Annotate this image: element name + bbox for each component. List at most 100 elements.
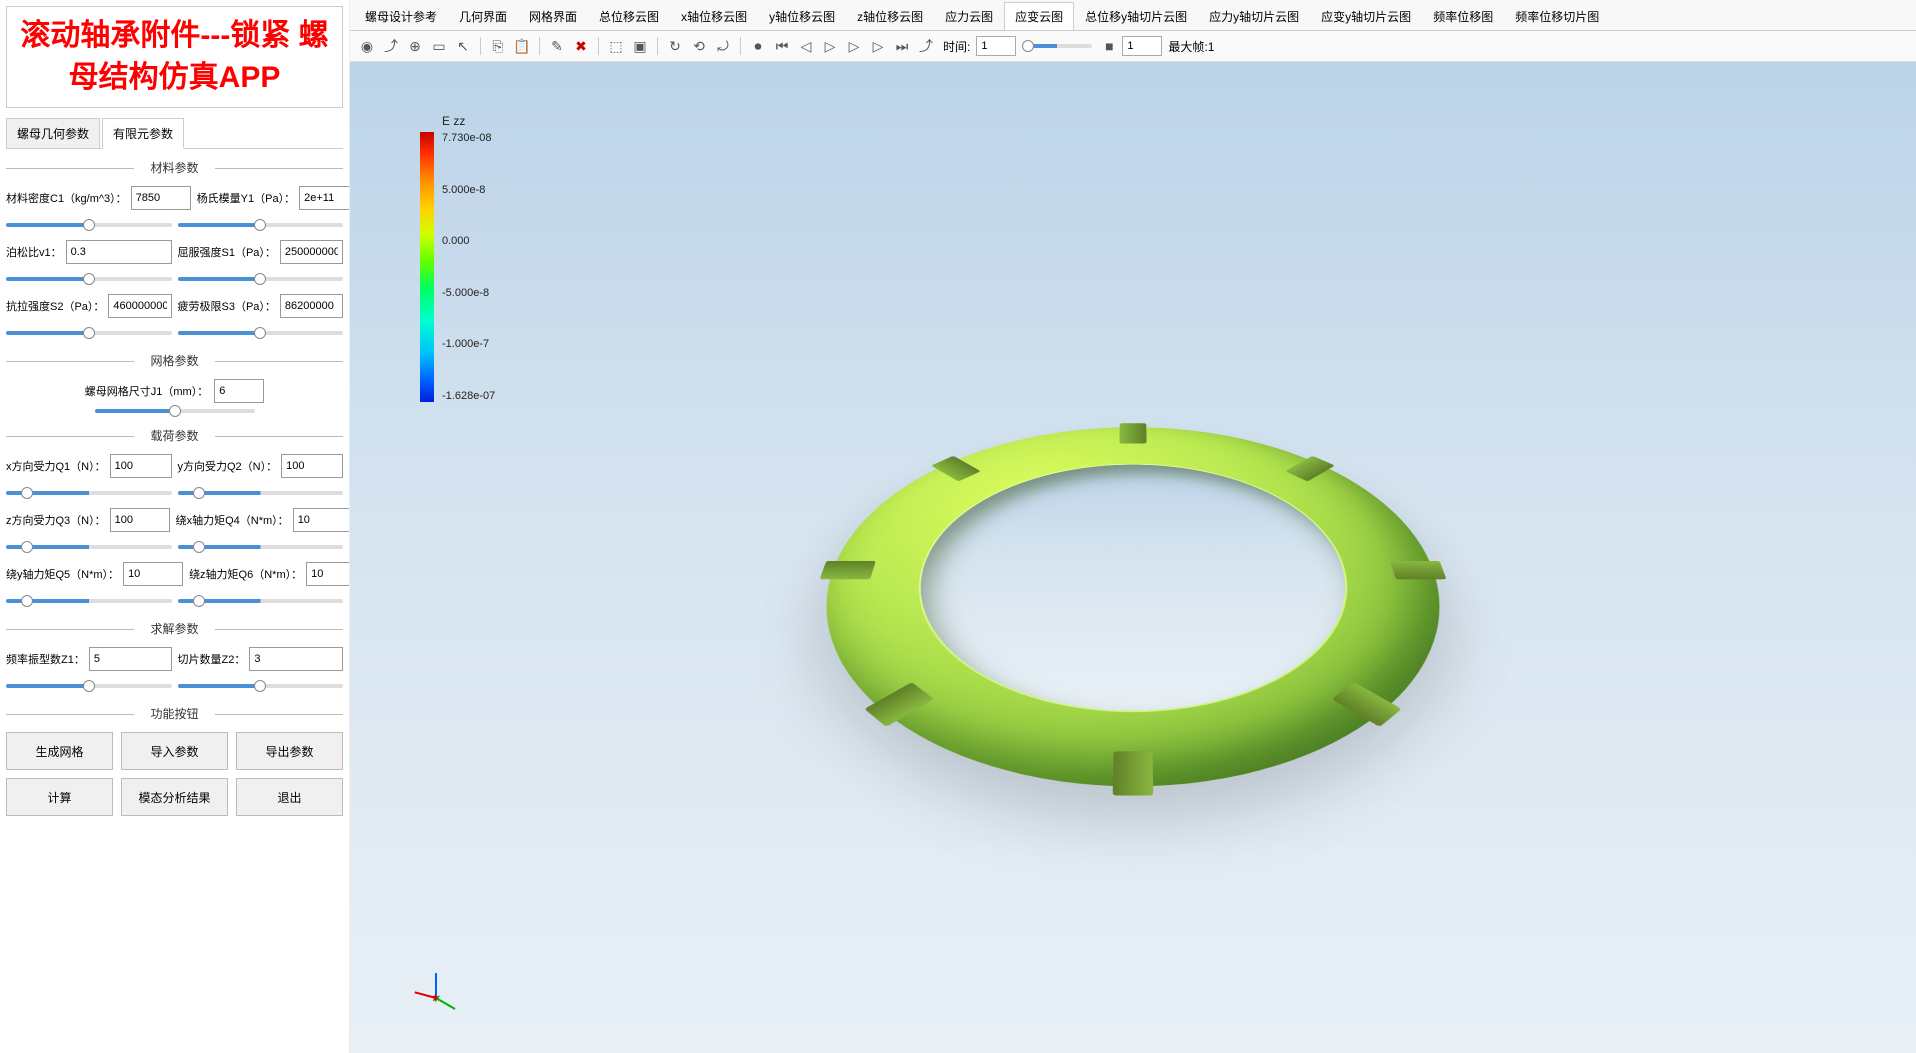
toolbar-separator <box>539 37 540 55</box>
main-tab-6[interactable]: z轴位移云图 <box>846 2 934 30</box>
slider-q4[interactable] <box>178 545 344 549</box>
prev-frame-icon[interactable]: ◁ <box>795 35 817 57</box>
slider-c1[interactable] <box>6 223 172 227</box>
main-tab-12[interactable]: 频率位移图 <box>1422 2 1504 30</box>
tab-geometry-params[interactable]: 螺母几何参数 <box>6 118 100 148</box>
slider-z1[interactable] <box>6 684 172 688</box>
model-render <box>756 427 1511 786</box>
main-tab-13[interactable]: 频率位移切片图 <box>1504 2 1610 30</box>
input-q6[interactable] <box>306 562 350 586</box>
slider-y1[interactable] <box>178 223 344 227</box>
time-input[interactable] <box>976 36 1016 56</box>
main-tab-8[interactable]: 应变云图 <box>1004 2 1074 30</box>
slider-z2[interactable] <box>178 684 344 688</box>
slider-s3[interactable] <box>178 331 344 335</box>
rotate-icon[interactable]: ↻ <box>664 35 686 57</box>
slider-q3[interactable] <box>6 545 172 549</box>
select-icon[interactable]: ▭ <box>428 35 450 57</box>
slider-q1[interactable] <box>6 491 172 495</box>
stop-icon[interactable]: ■ <box>1098 35 1120 57</box>
input-q4[interactable] <box>293 508 350 532</box>
last-frame-icon[interactable]: ⏭ <box>891 35 913 57</box>
main-tab-5[interactable]: y轴位移云图 <box>758 2 846 30</box>
input-z1[interactable] <box>89 647 172 671</box>
copy-icon[interactable]: ⎘ <box>487 35 509 57</box>
main-tab-11[interactable]: 应变y轴切片云图 <box>1310 2 1422 30</box>
zoom-fit-icon[interactable]: ⊕ <box>404 35 426 57</box>
input-v1[interactable] <box>66 240 172 264</box>
highlight-icon[interactable]: ✎ <box>546 35 568 57</box>
label-q6: 绕z轴力矩Q6（N*m）： <box>189 566 302 582</box>
first-frame-icon[interactable]: ⏮ <box>771 35 793 57</box>
record-icon[interactable]: ⏺ <box>747 35 769 57</box>
slider-q6[interactable] <box>178 599 344 603</box>
input-y1[interactable] <box>299 186 350 210</box>
cursor-icon[interactable]: ↖ <box>452 35 474 57</box>
color-legend: E zz 7.730e-08 5.000e-8 0.000 -5.000e-8 … <box>420 132 495 402</box>
label-y1: 杨氏模量Y1（Pa）： <box>197 190 295 206</box>
rotate3-icon[interactable]: ⤾ <box>712 35 734 57</box>
tab-fem-params[interactable]: 有限元参数 <box>102 118 184 149</box>
select-rect-icon[interactable]: ⬚ <box>605 35 627 57</box>
modal-results-button[interactable]: 模态分析结果 <box>121 778 228 816</box>
input-z2[interactable] <box>249 647 343 671</box>
slider-s1[interactable] <box>178 277 344 281</box>
label-s3: 疲劳极限S3（Pa）： <box>178 298 276 314</box>
input-s3[interactable] <box>280 294 343 318</box>
export-anim-icon[interactable]: ⤴ <box>915 35 937 57</box>
input-q3[interactable] <box>110 508 170 532</box>
play-icon[interactable]: ▷ <box>843 35 865 57</box>
legend-label: -1.628e-07 <box>442 390 495 402</box>
legend-labels: 7.730e-08 5.000e-8 0.000 -5.000e-8 -1.00… <box>442 132 495 402</box>
exit-button[interactable]: 退出 <box>236 778 343 816</box>
clear-icon[interactable]: ✖ <box>570 35 592 57</box>
main-tab-2[interactable]: 网格界面 <box>518 2 588 30</box>
camera-icon[interactable]: ◉ <box>356 35 378 57</box>
input-q2[interactable] <box>281 454 343 478</box>
legend-title: E zz <box>442 114 465 128</box>
main-tab-0[interactable]: 螺母设计参考 <box>354 2 448 30</box>
sidebar: 滚动轴承附件---锁紧 螺母结构仿真APP 螺母几何参数 有限元参数 材料参数 … <box>0 0 350 1053</box>
section-solve: 求解参数 频率振型数Z1： 切片数量Z2： <box>6 620 343 691</box>
toolbar-separator <box>740 37 741 55</box>
rotate2-icon[interactable]: ⟲ <box>688 35 710 57</box>
slider-j1[interactable] <box>95 409 255 413</box>
label-c1: 材料密度C1（kg/m^3）： <box>6 190 127 206</box>
legend-colorbar <box>420 132 434 402</box>
time-slider[interactable] <box>1022 44 1092 48</box>
legend-label: -1.000e-7 <box>442 338 495 350</box>
input-q1[interactable] <box>110 454 172 478</box>
export-icon[interactable]: ⤴ <box>380 35 402 57</box>
label-z2: 切片数量Z2： <box>178 651 246 667</box>
main-tab-1[interactable]: 几何界面 <box>448 2 518 30</box>
generate-mesh-button[interactable]: 生成网格 <box>6 732 113 770</box>
frame-input[interactable] <box>1122 36 1162 56</box>
input-c1[interactable] <box>131 186 191 210</box>
select-all-icon[interactable]: ▣ <box>629 35 651 57</box>
input-j1[interactable] <box>214 379 264 403</box>
main-tab-7[interactable]: 应力云图 <box>934 2 1004 30</box>
input-q5[interactable] <box>123 562 183 586</box>
viewport[interactable]: E zz 7.730e-08 5.000e-8 0.000 -5.000e-8 … <box>350 62 1916 1053</box>
export-params-button[interactable]: 导出参数 <box>236 732 343 770</box>
label-s1: 屈服强度S1（Pa）： <box>178 244 276 260</box>
next-frame-icon[interactable]: ▷ <box>867 35 889 57</box>
slider-s2[interactable] <box>6 331 172 335</box>
paste-icon[interactable]: 📋 <box>511 35 533 57</box>
main-tab-10[interactable]: 应力y轴切片云图 <box>1198 2 1310 30</box>
axis-triad <box>410 973 460 1023</box>
main-tab-9[interactable]: 总位移y轴切片云图 <box>1074 2 1198 30</box>
slider-q2[interactable] <box>178 491 344 495</box>
legend-label: -5.000e-8 <box>442 287 495 299</box>
slider-q5[interactable] <box>6 599 172 603</box>
input-s2[interactable] <box>108 294 171 318</box>
main-tab-3[interactable]: 总位移云图 <box>588 2 670 30</box>
main-area: 螺母设计参考 几何界面 网格界面 总位移云图 x轴位移云图 y轴位移云图 z轴位… <box>350 0 1916 1053</box>
slider-v1[interactable] <box>6 277 172 281</box>
main-tab-4[interactable]: x轴位移云图 <box>670 2 758 30</box>
app-title: 滚动轴承附件---锁紧 螺母结构仿真APP <box>6 6 343 108</box>
play-back-icon[interactable]: ▷ <box>819 35 841 57</box>
import-params-button[interactable]: 导入参数 <box>121 732 228 770</box>
input-s1[interactable] <box>280 240 343 264</box>
calculate-button[interactable]: 计算 <box>6 778 113 816</box>
